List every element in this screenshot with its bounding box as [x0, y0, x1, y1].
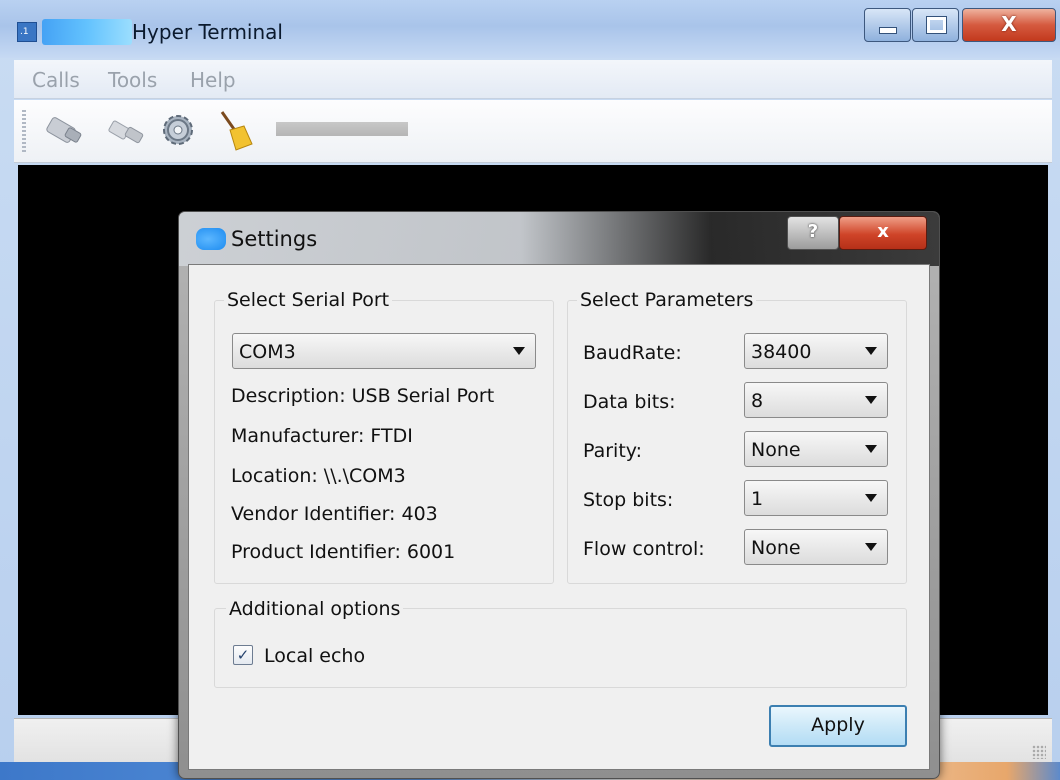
- settings-icon[interactable]: [156, 108, 200, 152]
- chevron-down-icon: [865, 396, 877, 404]
- window-title: Hyper Terminal: [132, 20, 283, 44]
- local-echo-checkbox[interactable]: ✓: [233, 645, 253, 665]
- app-icon: .1: [17, 22, 37, 42]
- parameters-group-title: Select Parameters: [577, 289, 757, 311]
- port-location: Location: \\.\COM3: [231, 465, 406, 487]
- dialog-title: Settings: [231, 227, 318, 251]
- parity-label: Parity:: [583, 440, 643, 462]
- connect-icon[interactable]: [42, 108, 86, 152]
- serial-port-value: COM3: [239, 341, 296, 363]
- stop-bits-select[interactable]: 1: [744, 480, 888, 516]
- help-button[interactable]: ?: [787, 216, 839, 250]
- port-product-id: Product Identifier: 6001: [231, 541, 456, 563]
- dialog-body: Select Serial Port COM3 Description: USB…: [188, 264, 930, 770]
- data-bits-value: 8: [751, 390, 764, 412]
- data-bits-label: Data bits:: [583, 391, 676, 413]
- local-echo-label[interactable]: Local echo: [264, 645, 365, 667]
- apply-button[interactable]: Apply: [769, 705, 907, 747]
- maximize-icon: [926, 16, 947, 34]
- chevron-down-icon: [865, 445, 877, 453]
- window-titlebar[interactable]: .1 Hyper Terminal X: [0, 0, 1060, 58]
- chevron-down-icon: [513, 347, 525, 355]
- parity-select[interactable]: None: [744, 431, 888, 467]
- flow-control-value: None: [751, 537, 801, 559]
- baudrate-select[interactable]: 38400: [744, 333, 888, 369]
- chevron-down-icon: [865, 543, 877, 551]
- flow-control-select[interactable]: None: [744, 529, 888, 565]
- port-manufacturer: Manufacturer: FTDI: [231, 425, 413, 447]
- chevron-down-icon: [865, 347, 877, 355]
- menu-calls[interactable]: Calls: [32, 68, 80, 92]
- serial-port-select[interactable]: COM3: [232, 333, 536, 369]
- resize-grip-icon[interactable]: [1032, 745, 1046, 759]
- toolbar-grip[interactable]: [22, 110, 26, 152]
- additional-options-title: Additional options: [226, 598, 404, 620]
- minimize-icon: [879, 27, 897, 34]
- menu-tools[interactable]: Tools: [108, 68, 157, 92]
- disconnect-icon[interactable]: [104, 108, 148, 152]
- toolbar: [14, 100, 1052, 163]
- close-icon: X: [1001, 12, 1017, 36]
- data-bits-select[interactable]: 8: [744, 382, 888, 418]
- baudrate-value: 38400: [751, 341, 812, 363]
- dialog-close-button[interactable]: x: [839, 216, 927, 250]
- maximize-button[interactable]: [912, 8, 959, 42]
- close-button[interactable]: X: [962, 8, 1056, 42]
- menu-help[interactable]: Help: [190, 68, 236, 92]
- status-redaction: [276, 122, 408, 136]
- stop-bits-value: 1: [751, 488, 764, 510]
- flow-control-label: Flow control:: [583, 538, 705, 560]
- port-description: Description: USB Serial Port: [231, 385, 495, 407]
- parity-value: None: [751, 439, 801, 461]
- dialog-icon: [196, 228, 226, 250]
- chevron-down-icon: [865, 494, 877, 502]
- settings-dialog: Settings ? x Select Serial Port COM3 Des…: [178, 211, 940, 779]
- menubar: Calls Tools Help: [14, 60, 1052, 99]
- clear-icon[interactable]: [214, 108, 258, 152]
- baudrate-label: BaudRate:: [583, 342, 682, 364]
- title-redaction: [42, 19, 132, 45]
- minimize-button[interactable]: [864, 8, 911, 42]
- serial-port-group-title: Select Serial Port: [224, 289, 393, 311]
- stop-bits-label: Stop bits:: [583, 489, 674, 511]
- port-vendor-id: Vendor Identifier: 403: [231, 503, 438, 525]
